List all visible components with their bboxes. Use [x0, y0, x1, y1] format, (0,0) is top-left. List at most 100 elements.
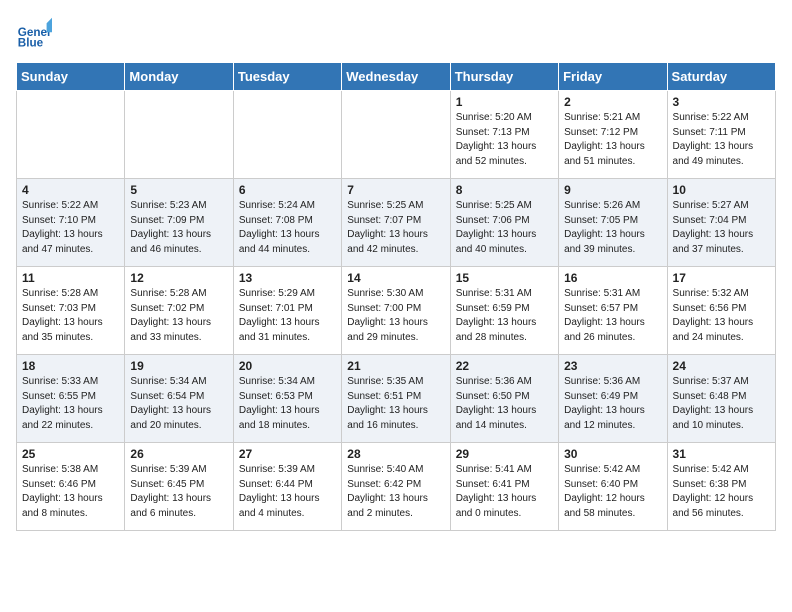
day-cell: 29 Sunrise: 5:41 AM Sunset: 6:41 PM Dayli… [450, 443, 558, 531]
day-info: Sunrise: 5:42 AM Sunset: 6:40 PM Dayligh… [564, 463, 661, 521]
day-cell: 10 Sunrise: 5:27 AM Sunset: 7:04 PM Dayli… [667, 179, 775, 267]
day-info: Sunrise: 5:21 AM Sunset: 7:12 PM Dayligh… [564, 111, 661, 169]
day-cell: 3 Sunrise: 5:22 AM Sunset: 7:11 PM Daylig… [667, 91, 775, 179]
day-cell: 19 Sunrise: 5:34 AM Sunset: 6:54 PM Dayli… [125, 355, 233, 443]
day-info: Sunrise: 5:24 AM Sunset: 7:08 PM Dayligh… [239, 199, 336, 257]
day-info: Sunrise: 5:30 AM Sunset: 7:00 PM Dayligh… [347, 287, 444, 345]
day-info: Sunrise: 5:33 AM Sunset: 6:55 PM Dayligh… [22, 375, 119, 433]
logo-icon: General Blue [16, 16, 52, 52]
day-info: Sunrise: 5:36 AM Sunset: 6:49 PM Dayligh… [564, 375, 661, 433]
day-cell: 30 Sunrise: 5:42 AM Sunset: 6:40 PM Dayli… [559, 443, 667, 531]
weekday-header-sunday: Sunday [17, 63, 125, 91]
day-info: Sunrise: 5:35 AM Sunset: 6:51 PM Dayligh… [347, 375, 444, 433]
day-cell: 17 Sunrise: 5:32 AM Sunset: 6:56 PM Dayli… [667, 267, 775, 355]
day-number: 19 [130, 359, 227, 373]
day-info: Sunrise: 5:28 AM Sunset: 7:02 PM Dayligh… [130, 287, 227, 345]
day-number: 25 [22, 447, 119, 461]
day-number: 17 [673, 271, 770, 285]
day-number: 2 [564, 95, 661, 109]
weekday-header-wednesday: Wednesday [342, 63, 450, 91]
day-cell [17, 91, 125, 179]
day-number: 24 [673, 359, 770, 373]
day-info: Sunrise: 5:25 AM Sunset: 7:06 PM Dayligh… [456, 199, 553, 257]
day-cell: 16 Sunrise: 5:31 AM Sunset: 6:57 PM Dayli… [559, 267, 667, 355]
day-number: 8 [456, 183, 553, 197]
day-info: Sunrise: 5:32 AM Sunset: 6:56 PM Dayligh… [673, 287, 770, 345]
day-number: 20 [239, 359, 336, 373]
weekday-header-tuesday: Tuesday [233, 63, 341, 91]
day-cell: 4Sunrise: 5:22 AM Sunset: 7:10 PM Daylig… [17, 179, 125, 267]
day-cell: 12Sunrise: 5:28 AM Sunset: 7:02 PM Dayli… [125, 267, 233, 355]
day-number: 1 [456, 95, 553, 109]
day-number: 16 [564, 271, 661, 285]
day-cell: 18Sunrise: 5:33 AM Sunset: 6:55 PM Dayli… [17, 355, 125, 443]
day-info: Sunrise: 5:42 AM Sunset: 6:38 PM Dayligh… [673, 463, 770, 521]
day-number: 31 [673, 447, 770, 461]
weekday-header-friday: Friday [559, 63, 667, 91]
day-number: 26 [130, 447, 227, 461]
day-info: Sunrise: 5:27 AM Sunset: 7:04 PM Dayligh… [673, 199, 770, 257]
day-cell: 7Sunrise: 5:25 AM Sunset: 7:07 PM Daylig… [342, 179, 450, 267]
day-cell: 14 Sunrise: 5:30 AM Sunset: 7:00 PM Dayli… [342, 267, 450, 355]
page-header: General Blue [16, 16, 776, 52]
day-cell: 21 Sunrise: 5:35 AM Sunset: 6:51 PM Dayli… [342, 355, 450, 443]
day-cell [342, 91, 450, 179]
day-number: 21 [347, 359, 444, 373]
day-cell: 2 Sunrise: 5:21 AM Sunset: 7:12 PM Daylig… [559, 91, 667, 179]
day-cell: 22 Sunrise: 5:36 AM Sunset: 6:50 PM Dayli… [450, 355, 558, 443]
day-info: Sunrise: 5:31 AM Sunset: 6:57 PM Dayligh… [564, 287, 661, 345]
day-info: Sunrise: 5:36 AM Sunset: 6:50 PM Dayligh… [456, 375, 553, 433]
day-info: Sunrise: 5:20 AM Sunset: 7:13 PM Dayligh… [456, 111, 553, 169]
day-cell: 24Sunrise: 5:37 AM Sunset: 6:48 PM Dayli… [667, 355, 775, 443]
day-cell: 11Sunrise: 5:28 AM Sunset: 7:03 PM Dayli… [17, 267, 125, 355]
day-number: 30 [564, 447, 661, 461]
day-cell: 28Sunrise: 5:40 AM Sunset: 6:42 PM Dayli… [342, 443, 450, 531]
day-number: 23 [564, 359, 661, 373]
day-cell: 20Sunrise: 5:34 AM Sunset: 6:53 PM Dayli… [233, 355, 341, 443]
day-cell: 27Sunrise: 5:39 AM Sunset: 6:44 PM Dayli… [233, 443, 341, 531]
day-number: 6 [239, 183, 336, 197]
logo: General Blue [16, 16, 52, 52]
day-info: Sunrise: 5:39 AM Sunset: 6:44 PM Dayligh… [239, 463, 336, 521]
day-number: 4 [22, 183, 119, 197]
day-number: 15 [456, 271, 553, 285]
day-info: Sunrise: 5:39 AM Sunset: 6:45 PM Dayligh… [130, 463, 227, 521]
day-number: 28 [347, 447, 444, 461]
day-number: 14 [347, 271, 444, 285]
day-number: 10 [673, 183, 770, 197]
day-cell: 1 Sunrise: 5:20 AM Sunset: 7:13 PM Daylig… [450, 91, 558, 179]
day-number: 3 [673, 95, 770, 109]
day-number: 29 [456, 447, 553, 461]
day-info: Sunrise: 5:26 AM Sunset: 7:05 PM Dayligh… [564, 199, 661, 257]
day-number: 13 [239, 271, 336, 285]
header-row: SundayMondayTuesdayWednesdayThursdayFrid… [17, 63, 776, 91]
day-cell: 8 Sunrise: 5:25 AM Sunset: 7:06 PM Daylig… [450, 179, 558, 267]
weekday-header-monday: Monday [125, 63, 233, 91]
day-cell: 31 Sunrise: 5:42 AM Sunset: 6:38 PM Dayli… [667, 443, 775, 531]
day-info: Sunrise: 5:29 AM Sunset: 7:01 PM Dayligh… [239, 287, 336, 345]
day-info: Sunrise: 5:25 AM Sunset: 7:07 PM Dayligh… [347, 199, 444, 257]
weekday-header-saturday: Saturday [667, 63, 775, 91]
day-cell: 23 Sunrise: 5:36 AM Sunset: 6:49 PM Dayli… [559, 355, 667, 443]
calendar-table: SundayMondayTuesdayWednesdayThursdayFrid… [16, 62, 776, 531]
week-row-1: 1 Sunrise: 5:20 AM Sunset: 7:13 PM Daylig… [17, 91, 776, 179]
day-cell: 9 Sunrise: 5:26 AM Sunset: 7:05 PM Daylig… [559, 179, 667, 267]
day-info: Sunrise: 5:38 AM Sunset: 6:46 PM Dayligh… [22, 463, 119, 521]
day-number: 9 [564, 183, 661, 197]
day-cell: 25 Sunrise: 5:38 AM Sunset: 6:46 PM Dayli… [17, 443, 125, 531]
day-cell [125, 91, 233, 179]
day-cell: 26 Sunrise: 5:39 AM Sunset: 6:45 PM Dayli… [125, 443, 233, 531]
day-cell: 6 Sunrise: 5:24 AM Sunset: 7:08 PM Daylig… [233, 179, 341, 267]
day-info: Sunrise: 5:34 AM Sunset: 6:54 PM Dayligh… [130, 375, 227, 433]
day-cell: 5Sunrise: 5:23 AM Sunset: 7:09 PM Daylig… [125, 179, 233, 267]
day-info: Sunrise: 5:22 AM Sunset: 7:11 PM Dayligh… [673, 111, 770, 169]
weekday-header-thursday: Thursday [450, 63, 558, 91]
day-cell: 15 Sunrise: 5:31 AM Sunset: 6:59 PM Dayli… [450, 267, 558, 355]
day-number: 22 [456, 359, 553, 373]
day-number: 5 [130, 183, 227, 197]
day-cell: 13 Sunrise: 5:29 AM Sunset: 7:01 PM Dayli… [233, 267, 341, 355]
day-number: 11 [22, 271, 119, 285]
day-info: Sunrise: 5:31 AM Sunset: 6:59 PM Dayligh… [456, 287, 553, 345]
day-info: Sunrise: 5:41 AM Sunset: 6:41 PM Dayligh… [456, 463, 553, 521]
week-row-5: 25 Sunrise: 5:38 AM Sunset: 6:46 PM Dayli… [17, 443, 776, 531]
